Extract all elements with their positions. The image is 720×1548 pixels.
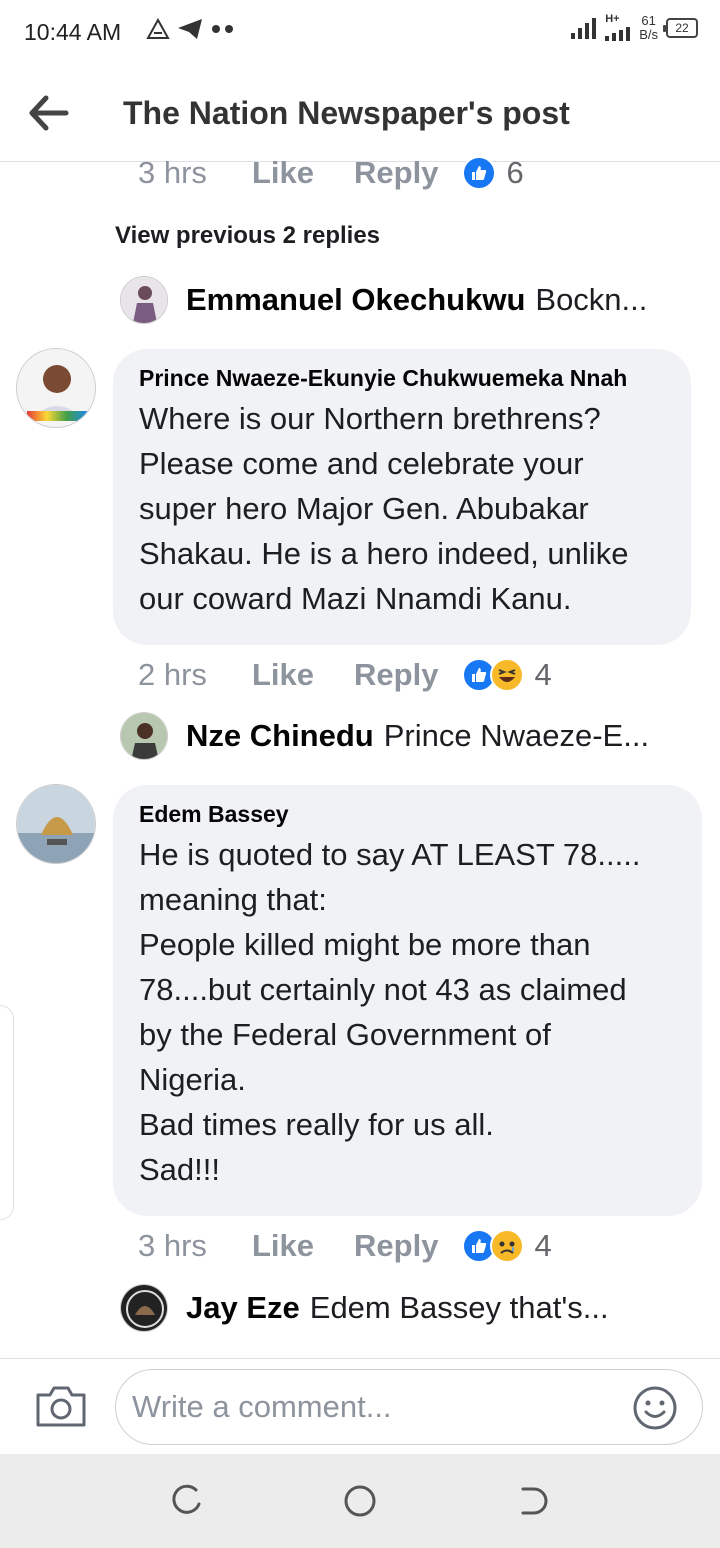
comment-time: 2 hrs: [138, 657, 207, 692]
like-button[interactable]: Like: [252, 657, 314, 693]
battery-icon: 22: [663, 18, 698, 38]
comment-author-name[interactable]: Prince Nwaeze-Ekunyie Chukwuemeka Nnah: [139, 365, 665, 392]
reply-preview[interactable]: Jay Eze Edem Bassey that's...: [120, 1284, 680, 1332]
reactions-summary[interactable]: 4: [462, 1228, 552, 1264]
warning-triangle-icon: [146, 18, 170, 39]
reply-snippet: Bockn...: [535, 282, 648, 317]
reply-author-name[interactable]: Nze Chinedu: [186, 718, 374, 754]
reaction-count: 4: [534, 1228, 552, 1263]
comment-time: 3 hrs: [138, 155, 207, 190]
home-icon[interactable]: [343, 1484, 377, 1518]
reactions-summary[interactable]: 4: [462, 657, 552, 693]
reply-snippet: Edem Bassey that's...: [309, 1290, 609, 1325]
network-type-label: H+: [605, 13, 620, 25]
avatar[interactable]: [120, 1284, 168, 1332]
back-nav-icon[interactable]: [517, 1484, 551, 1518]
comment-meta-row: 3 hrs Like Reply 4: [138, 1228, 552, 1264]
comment-bubble[interactable]: Prince Nwaeze-Ekunyie Chukwuemeka Nnah W…: [113, 349, 691, 645]
comment-text: He is quoted to say AT LEAST 78..... mea…: [139, 837, 641, 1187]
reply-button[interactable]: Reply: [354, 155, 438, 191]
network-speed-unit: B/s: [639, 27, 658, 42]
reply-snippet: Prince Nwaeze-E...: [383, 718, 650, 753]
reply-preview[interactable]: Emmanuel Okechukwu Bockn...: [120, 276, 680, 324]
status-notification-icons: [146, 17, 236, 41]
avatar[interactable]: [16, 784, 96, 864]
reply-author-name[interactable]: Jay Eze: [186, 1290, 300, 1326]
like-button[interactable]: Like: [252, 155, 314, 191]
recent-apps-icon[interactable]: [170, 1484, 204, 1518]
battery-level: 22: [675, 21, 689, 35]
like-reaction-icon: [462, 156, 497, 190]
reply-author-name[interactable]: Emmanuel Okechukwu: [186, 282, 525, 318]
telegram-icon: [178, 19, 202, 39]
back-arrow-icon[interactable]: [26, 90, 72, 136]
status-bar: 10:44 AM H+ 61 B/s 22: [0, 0, 720, 66]
avatar[interactable]: [16, 348, 96, 428]
comment-input[interactable]: [115, 1369, 703, 1445]
reaction-count: 6: [506, 155, 524, 190]
comment-text: Where is our Northern brethrens? Please …: [139, 401, 629, 616]
like-button[interactable]: Like: [252, 1228, 314, 1264]
reply-button[interactable]: Reply: [354, 1228, 438, 1264]
haha-reaction-icon: [490, 658, 525, 692]
network-speed: 61 B/s: [639, 14, 658, 42]
comment-author-name[interactable]: Edem Bassey: [139, 801, 676, 828]
view-previous-replies-link[interactable]: View previous 2 replies: [115, 222, 380, 250]
network-type-icon: H+: [605, 13, 631, 41]
comment-time: 3 hrs: [138, 1228, 207, 1263]
system-navigation-bar: [0, 1454, 720, 1548]
side-panel-handle[interactable]: [0, 1005, 14, 1220]
reactions-summary[interactable]: 6: [462, 155, 524, 191]
more-dots-icon: [212, 25, 233, 33]
camera-icon[interactable]: [34, 1383, 88, 1429]
reaction-count: 4: [534, 657, 552, 692]
page-title: The Nation Newspaper's post: [123, 95, 570, 131]
post-header: The Nation Newspaper's post: [0, 66, 720, 162]
emoji-icon[interactable]: [632, 1385, 678, 1431]
comment-bubble[interactable]: Edem Bassey He is quoted to say AT LEAST…: [113, 785, 702, 1216]
avatar[interactable]: [120, 712, 168, 760]
reply-button[interactable]: Reply: [354, 657, 438, 693]
avatar[interactable]: [120, 276, 168, 324]
network-speed-value: 61: [641, 13, 656, 28]
comment-composer: [0, 1358, 720, 1454]
status-right-group: H+ 61 B/s 22: [571, 13, 698, 42]
reply-preview[interactable]: Nze Chinedu Prince Nwaeze-E...: [120, 712, 680, 760]
signal-bars-icon: [571, 18, 597, 39]
comment-meta-row: 2 hrs Like Reply 4: [138, 657, 552, 693]
sad-reaction-icon: [490, 1229, 525, 1263]
comment-meta-row: 3 hrs Like Reply 6: [138, 155, 524, 191]
status-time: 10:44 AM: [24, 19, 122, 45]
